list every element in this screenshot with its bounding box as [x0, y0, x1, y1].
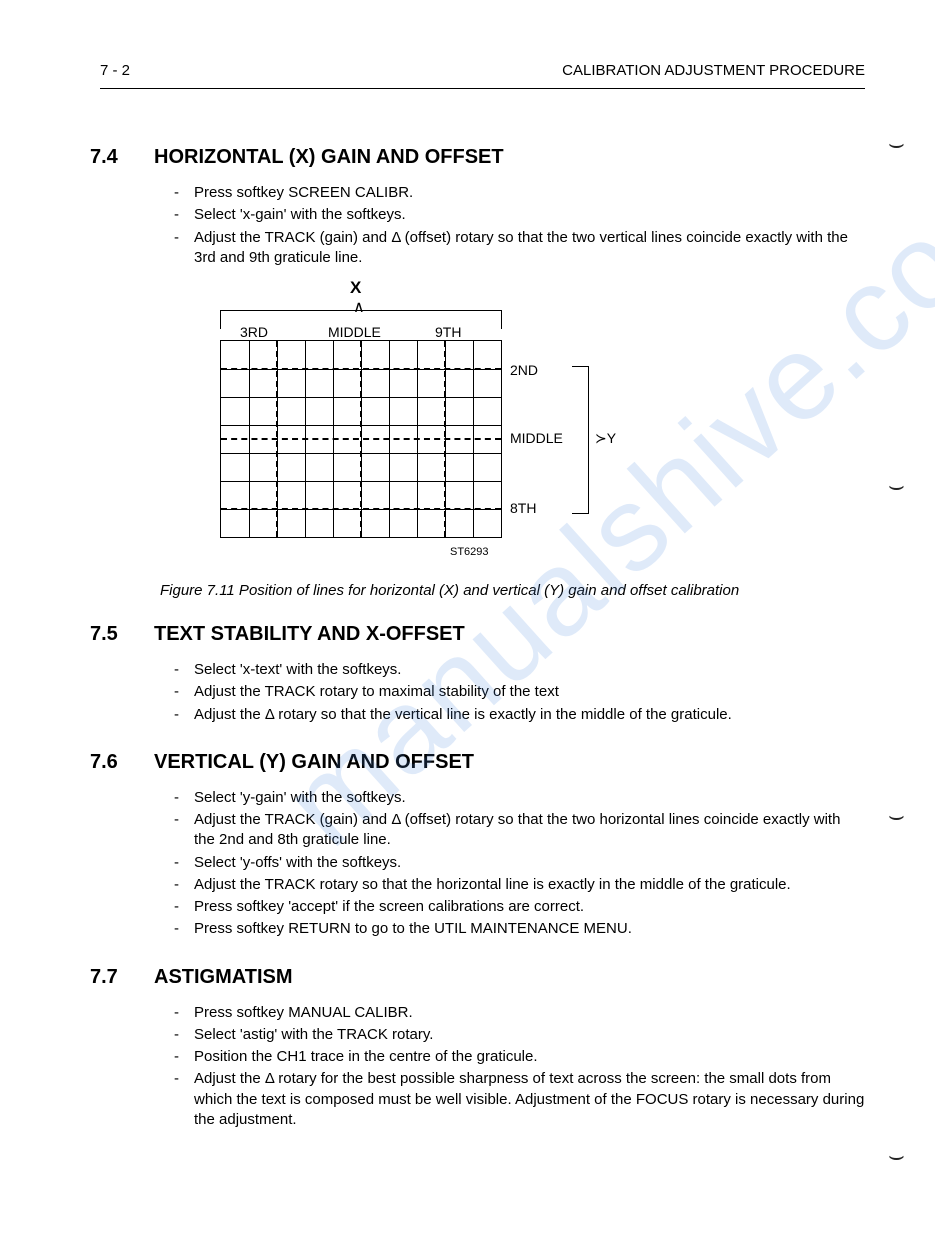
list-item: -Press softkey MANUAL CALIBR. [174, 1003, 865, 1023]
scan-mark-icon: ⌣ [888, 800, 905, 832]
list-text: Adjust the TRACK (gain) and Δ (offset) r… [194, 228, 865, 269]
section-7-4: 7.4 HORIZONTAL (X) GAIN AND OFFSET [90, 146, 865, 169]
list-item: -Adjust the TRACK (gain) and Δ (offset) … [174, 228, 865, 269]
label-middle-x: MIDDLE [328, 324, 381, 340]
section-number: 7.4 [90, 146, 154, 169]
list: -Select 'y-gain' with the softkeys. -Adj… [174, 788, 865, 940]
list-item: -Position the CH1 trace in the centre of… [174, 1047, 865, 1067]
graticule-grid [220, 340, 502, 538]
section-title: HORIZONTAL (X) GAIN AND OFFSET [154, 146, 504, 169]
list-text: Select 'astig' with the TRACK rotary. [194, 1025, 865, 1045]
section-7-7: 7.7 ASTIGMATISM [90, 966, 865, 989]
list-item: -Press softkey SCREEN CALIBR. [174, 183, 865, 203]
x-axis-label: X [350, 278, 361, 298]
list-item: -Select 'y-offs' with the softkeys. [174, 853, 865, 873]
list-text: Adjust the TRACK rotary so that the hori… [194, 875, 865, 895]
figure-7-11: X ∧ 3RD MIDDLE 9TH 2ND MIDDLE 8TH ≻Y ST6… [200, 284, 620, 574]
list-text: Adjust the Δ rotary for the best possibl… [194, 1069, 865, 1130]
list: -Select 'x-text' with the softkeys. -Adj… [174, 660, 865, 725]
label-8th: 8TH [510, 500, 536, 516]
label-3rd: 3RD [240, 324, 268, 340]
list: -Press softkey MANUAL CALIBR. -Select 'a… [174, 1003, 865, 1131]
header-rule [100, 88, 865, 89]
section-title: ASTIGMATISM [154, 966, 293, 989]
list-text: Adjust the TRACK (gain) and Δ (offset) r… [194, 810, 865, 851]
right-bracket [572, 366, 589, 514]
label-9th: 9TH [435, 324, 461, 340]
list-text: Press softkey SCREEN CALIBR. [194, 183, 865, 203]
scan-mark-icon: ⌣ [888, 470, 905, 502]
list-item: -Select 'astig' with the TRACK rotary. [174, 1025, 865, 1045]
list-text: Select 'x-text' with the softkeys. [194, 660, 865, 680]
list-item: -Adjust the Δ rotary for the best possib… [174, 1069, 865, 1130]
list-item: -Select 'x-gain' with the softkeys. [174, 205, 865, 225]
list-item: -Press softkey 'accept' if the screen ca… [174, 897, 865, 917]
list-text: Adjust the Δ rotary so that the vertical… [194, 705, 865, 725]
label-middle-y: MIDDLE [510, 430, 563, 446]
list-item: -Adjust the TRACK (gain) and Δ (offset) … [174, 810, 865, 851]
section-7-5: 7.5 TEXT STABILITY AND X-OFFSET [90, 623, 865, 646]
list-text: Select 'x-gain' with the softkeys. [194, 205, 865, 225]
figure-code: ST6293 [450, 546, 489, 558]
page-number: 7 - 2 [100, 62, 130, 79]
list-text: Select 'y-offs' with the softkeys. [194, 853, 865, 873]
list-text: Press softkey MANUAL CALIBR. [194, 1003, 865, 1023]
section-7-6: 7.6 VERTICAL (Y) GAIN AND OFFSET [90, 751, 865, 774]
list-item: -Adjust the TRACK rotary so that the hor… [174, 875, 865, 895]
list-item: -Select 'y-gain' with the softkeys. [174, 788, 865, 808]
scan-mark-icon: ⌣ [888, 1140, 905, 1172]
list-item: -Press softkey RETURN to go to the UTIL … [174, 919, 865, 939]
list: -Press softkey SCREEN CALIBR. -Select 'x… [174, 183, 865, 268]
page-header: CALIBRATION ADJUSTMENT PROCEDURE [562, 62, 865, 79]
section-title: VERTICAL (Y) GAIN AND OFFSET [154, 751, 474, 774]
section-number: 7.7 [90, 966, 154, 989]
y-axis-label: ≻Y [595, 430, 616, 447]
list-text: Adjust the TRACK rotary to maximal stabi… [194, 682, 865, 702]
section-number: 7.6 [90, 751, 154, 774]
list-item: -Adjust the Δ rotary so that the vertica… [174, 705, 865, 725]
section-title: TEXT STABILITY AND X-OFFSET [154, 623, 465, 646]
list-item: -Select 'x-text' with the softkeys. [174, 660, 865, 680]
figure-caption: Figure 7.11 Position of lines for horizo… [160, 582, 865, 599]
page: 7 - 2 CALIBRATION ADJUSTMENT PROCEDURE ⌣… [0, 0, 935, 1172]
list-text: Press softkey 'accept' if the screen cal… [194, 897, 865, 917]
list-text: Position the CH1 trace in the centre of … [194, 1047, 865, 1067]
section-number: 7.5 [90, 623, 154, 646]
list-text: Select 'y-gain' with the softkeys. [194, 788, 865, 808]
label-2nd: 2ND [510, 362, 538, 378]
list-text: Press softkey RETURN to go to the UTIL M… [194, 919, 865, 939]
scan-mark-icon: ⌣ [888, 128, 905, 160]
list-item: -Adjust the TRACK rotary to maximal stab… [174, 682, 865, 702]
